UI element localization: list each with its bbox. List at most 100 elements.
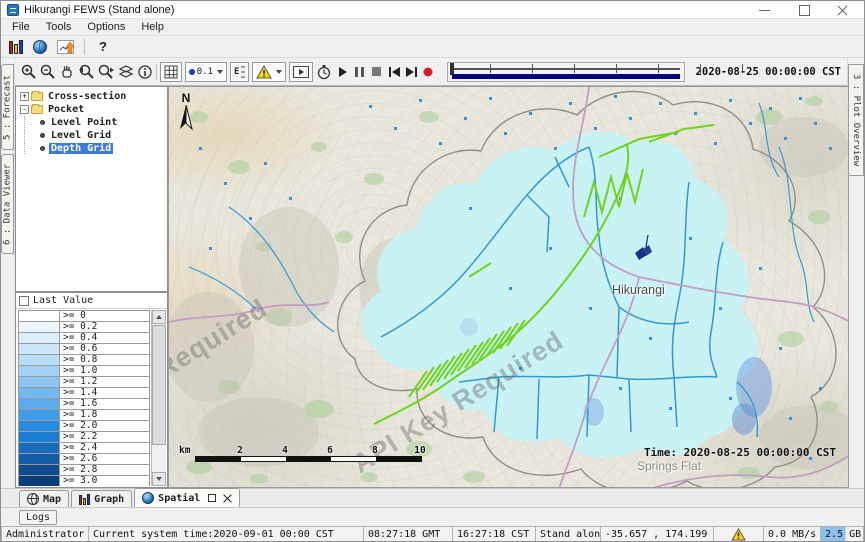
legend-color-swatch [18,432,60,443]
left-tab-strip: 5 : Forecast 6 : Data Viewer [1,58,15,488]
last-value-checkbox[interactable] [19,296,29,306]
skip-end-button[interactable] [404,63,418,81]
tab-forecast[interactable]: 5 : Forecast [1,64,14,150]
tab-spatial[interactable]: Spatial [134,488,240,507]
map-canvas [169,87,849,488]
tab-data-viewer[interactable]: 6 : Data Viewer [1,154,14,254]
legend-color-swatch [18,322,60,333]
tab-plot-overview[interactable]: 3 : Plot Overview [848,64,864,176]
collapse-minus-icon[interactable]: - [20,105,29,114]
scroll-down-icon[interactable] [152,472,166,486]
legend-row[interactable]: >= 3.0 [18,476,150,486]
map-display-icon[interactable] [33,40,47,54]
legend-color-swatch [18,454,60,465]
application-window: Hikurangi FEWS (Stand alone) File Tools … [0,0,865,542]
chevron-down-icon [276,70,282,74]
map-time-label: Time: 2020-08-25 00:00:00 CST [644,446,836,459]
zoom-previous-icon[interactable] [78,62,95,82]
legend-color-swatch [18,443,60,454]
grid-display-icon[interactable] [57,40,74,54]
restore-icon[interactable] [208,494,216,502]
menu-options[interactable]: Options [80,20,132,34]
point-size-dropdown[interactable]: 0.1 [185,62,227,82]
legend-color-swatch [18,388,60,399]
scale-unit-label: km [179,445,190,456]
bar-chart-icon [79,494,90,505]
tree-item-pocket[interactable]: - Pocket [18,103,165,115]
scroll-thumb[interactable] [152,325,166,445]
tab-map[interactable]: Map [19,490,69,507]
timeseries-display-icon[interactable] [9,40,23,54]
layers-icon[interactable] [118,62,134,82]
close-tab-icon[interactable] [223,494,232,503]
legend-color-swatch [18,333,60,344]
status-memory: 2.5 GB [821,526,864,542]
scale-gauge-button[interactable]: E [230,62,249,82]
blue-globe-icon [142,492,154,504]
tree-item-level-grid[interactable]: Level Grid [18,129,165,141]
time-slider[interactable] [447,62,685,82]
point-icon [189,69,195,75]
folder-icon [31,105,43,114]
logs-button[interactable]: Logs [19,510,57,525]
status-mode: Stand alone [536,526,601,542]
menu-help[interactable]: Help [134,20,171,34]
close-icon[interactable] [837,5,848,15]
scroll-up-icon[interactable] [152,310,166,324]
status-gmt-time: 08:27:18 GMT [364,526,453,542]
minimize-icon[interactable] [759,5,770,15]
map-view[interactable]: API Key Required API Key Required N Hiku… [168,86,849,488]
legend-color-swatch [18,399,60,410]
scale-tick: 8 [372,445,378,456]
animation-button[interactable] [289,62,313,82]
scale-bar-segments [195,456,422,462]
gauge-ticks-icon [241,65,245,79]
expand-plus-icon[interactable]: + [20,92,29,101]
time-span-bar [452,74,680,79]
maximize-icon[interactable] [798,5,809,15]
status-local-time: 16:27:18 CST [453,526,536,542]
right-tab-strip: 3 : Plot Overview [847,58,864,488]
legend-scrollbar[interactable] [151,310,166,486]
zoom-out-icon[interactable] [40,62,56,82]
status-coordinates: -35.657 , 174.199 [601,526,714,542]
menu-file[interactable]: File [5,20,37,34]
skip-start-button[interactable] [387,63,401,81]
status-system-time: Current system time:2020-09-01 00:00 CST [89,526,364,542]
grid-layer-button[interactable] [160,62,182,82]
legend-color-swatch [18,311,60,322]
menu-tools[interactable]: Tools [39,20,79,34]
help-icon[interactable]: ? [95,39,111,54]
map-toolbar: 0.1 E 2020-08- [15,58,847,86]
scale-tick: 4 [282,445,288,456]
scale-tick: 10 [414,445,425,456]
legend-color-swatch [18,421,60,432]
status-user: Administrator [1,526,89,542]
timer-icon[interactable] [316,62,332,82]
title-bar: Hikurangi FEWS (Stand alone) [1,1,864,19]
status-warning-cell[interactable] [714,526,764,542]
legend-color-swatch [18,344,60,355]
tree-item-cross-section[interactable]: + Cross-section [18,90,165,102]
layer-tree-panel: + Cross-section - Pocket Level Point Lev… [15,86,168,292]
pause-button[interactable] [353,63,367,81]
warning-icon [731,528,746,541]
info-icon[interactable] [137,62,153,82]
tree-item-depth-grid[interactable]: Depth Grid [18,142,165,154]
legend-color-swatch [18,355,60,366]
zoom-in-icon[interactable] [21,62,37,82]
stop-button[interactable] [370,63,384,81]
wire-globe-icon [27,493,39,505]
zoom-next-icon[interactable] [98,62,115,82]
legend-label: >= 3.0 [60,476,150,486]
tree-item-level-point[interactable]: Level Point [18,116,165,128]
main-toolbar: ? [1,36,864,58]
record-button[interactable] [421,63,435,81]
tab-graph[interactable]: Graph [71,490,132,507]
play-button[interactable] [335,63,349,81]
warnings-dropdown[interactable] [252,62,286,82]
pan-hand-icon[interactable] [59,62,75,82]
status-data-rate: 0.0 MB/s [764,526,821,542]
node-bullet-icon [40,120,45,125]
status-bar: Administrator Current system time:2020-0… [1,526,864,542]
